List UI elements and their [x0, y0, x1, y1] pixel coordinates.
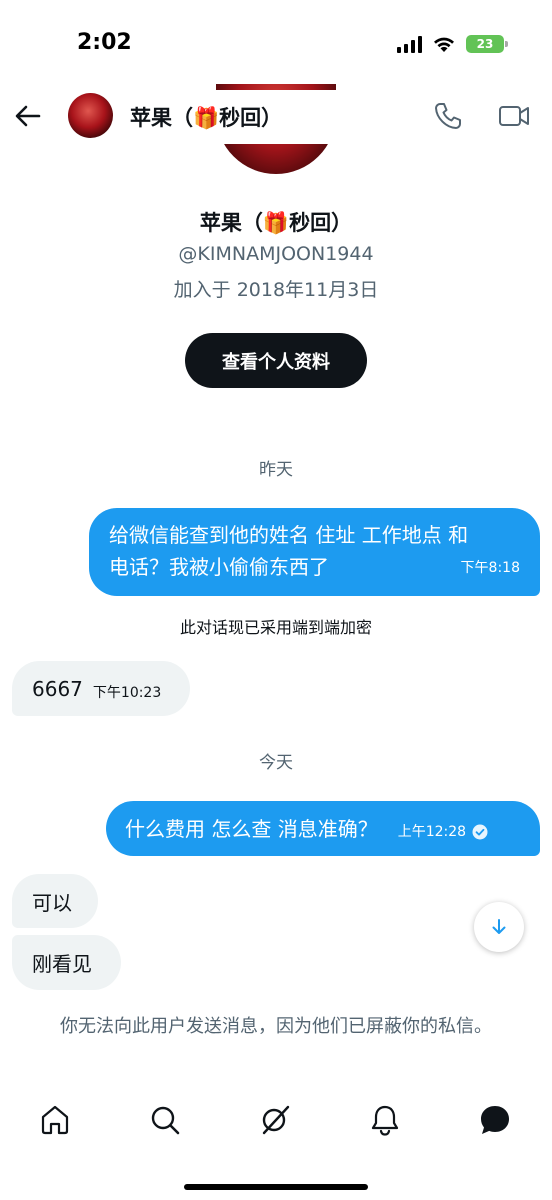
home-icon[interactable]	[38, 1103, 72, 1137]
message-bubble-incoming[interactable]: 6667 下午10:23	[12, 661, 190, 716]
profile-name: 苹果（🎁秒回）	[0, 207, 552, 237]
wifi-icon	[434, 37, 454, 52]
gift-emoji: 🎁	[262, 211, 290, 235]
header-avatar[interactable]	[68, 93, 113, 138]
header-title-suffix: 秒回）	[219, 106, 283, 130]
back-arrow-icon[interactable]	[12, 100, 44, 132]
date-separator-today: 今天	[259, 753, 293, 773]
gift-emoji: 🎁	[193, 106, 220, 130]
message-text-line: 电话？我被小偷偷东西了	[109, 555, 329, 579]
message-text: 可以	[32, 890, 72, 915]
message-bubble-incoming[interactable]: 刚看见	[12, 935, 121, 990]
cellular-signal-icon	[397, 35, 422, 53]
view-profile-button[interactable]: 查看个人资料	[185, 333, 367, 388]
profile-handle: @KIMNAMJOON1944	[178, 243, 374, 265]
phone-icon[interactable]	[432, 100, 464, 132]
conversation-header: 苹果（🎁秒回）	[0, 90, 552, 144]
profile-name-prefix: 苹果（	[199, 211, 263, 235]
message-text: 什么费用 怎么查 消息准确？	[125, 816, 378, 841]
grok-icon[interactable]	[258, 1103, 292, 1137]
encryption-notice[interactable]: 此对话现已采用端到端加密	[0, 614, 552, 638]
status-icons: 23	[397, 35, 508, 53]
message-timestamp: 上午12:28	[397, 823, 467, 840]
read-receipt-icon	[472, 824, 488, 839]
message-text: 6667	[32, 676, 83, 701]
status-time: 2:02	[77, 30, 132, 55]
header-title[interactable]: 苹果（🎁秒回）	[130, 102, 282, 132]
message-timestamp: 下午8:18	[460, 560, 520, 576]
search-icon[interactable]	[148, 1103, 182, 1137]
message-bubble-outgoing[interactable]: 给微信能查到他的姓名 住址 工作地点 和 电话？我被小偷偷东西了 下午8:18	[89, 508, 540, 596]
messages-icon[interactable]	[478, 1103, 512, 1137]
header-title-prefix: 苹果（	[130, 106, 193, 130]
blocked-notice: 你无法向此用户发送消息，因为他们已屏蔽你的私信。	[60, 1016, 492, 1037]
arrow-down-icon	[492, 919, 506, 934]
message-timestamp: 下午10:23	[92, 684, 162, 701]
bell-icon[interactable]	[368, 1103, 402, 1137]
battery-icon: 23	[466, 35, 508, 53]
profile-name-suffix: 秒回）	[289, 211, 353, 235]
message-text-line: 给微信能查到他的姓名 住址 工作地点 和	[109, 523, 469, 547]
date-separator-yesterday: 昨天	[259, 460, 293, 480]
scroll-to-bottom-button[interactable]	[474, 902, 524, 952]
home-indicator	[184, 1184, 368, 1190]
message-bubble-incoming[interactable]: 可以	[12, 874, 98, 928]
message-bubble-outgoing[interactable]: 什么费用 怎么查 消息准确？ 上午12:28	[106, 801, 540, 856]
video-call-icon[interactable]	[497, 100, 531, 132]
status-bar: 2:02 23	[0, 0, 552, 90]
message-text: 刚看见	[32, 952, 92, 976]
bottom-navigation	[0, 1085, 552, 1155]
profile-joined-date: 加入于 2018年11月3日	[173, 279, 379, 301]
